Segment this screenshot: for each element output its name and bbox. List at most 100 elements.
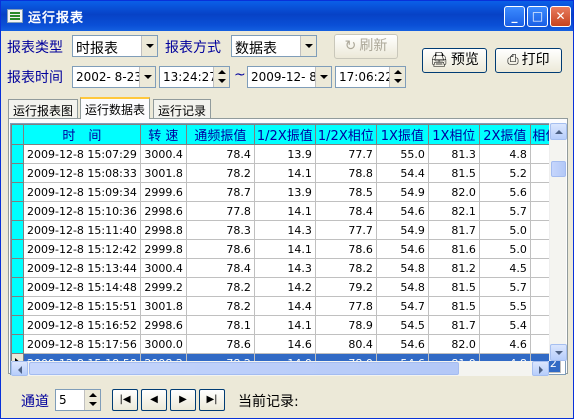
table-cell[interactable]: 5.4 [478,315,531,335]
table-cell[interactable]: 14.2 [253,277,316,297]
table-cell[interactable]: 81.5 [427,296,480,316]
table-cell[interactable]: 2009-12-8 15:08:33 [23,163,141,183]
table-cell[interactable]: 5.7 [478,201,531,221]
table-cell[interactable]: 78.6 [185,239,255,259]
table-cell[interactable]: 5.6 [478,182,531,202]
row-indicator[interactable] [11,239,24,259]
row-indicator[interactable] [11,144,24,164]
table-cell[interactable]: 13.9 [253,182,316,202]
table-cell[interactable]: 82.0 [427,182,480,202]
table-cell[interactable]: 81.6 [427,239,480,259]
table-cell[interactable]: 78.1 [185,315,255,335]
table-cell[interactable]: 3000.0 [139,334,187,354]
table-cell[interactable]: 5.2 [478,163,531,183]
table-cell[interactable]: 81.5 [427,277,480,297]
table-cell[interactable]: 78.6 [314,239,377,259]
table-cell[interactable]: 5.5 [478,296,531,316]
table-cell[interactable]: 55.0 [375,144,429,164]
row-indicator[interactable] [11,315,24,335]
table-row[interactable]: 2009-12-8 15:09:34 2999.6 78.7 13.9 78.5 54.9… [11,182,561,202]
row-indicator[interactable] [11,201,24,221]
spin-icon[interactable] [389,67,405,87]
table-cell[interactable]: 78.2 [314,258,377,278]
start-date-picker[interactable]: 2002- 8-23 [72,66,156,88]
table-row[interactable]: 2009-12-8 15:11:40 2998.8 78.3 14.3 77.7 54.9… [11,220,561,240]
table-cell[interactable]: 81.5 [427,163,480,183]
table-cell[interactable]: 54.6 [375,201,429,221]
table-row[interactable]: 2009-12-8 15:10:36 2998.6 77.8 14.1 78.4 54.6… [11,201,561,221]
table-cell[interactable]: 2999.2 [139,277,187,297]
column-header[interactable]: 1/2X相位 [314,124,377,145]
chevron-down-icon[interactable] [139,67,155,87]
table-cell[interactable]: 77.7 [314,220,377,240]
table-cell[interactable]: 2009-12-8 15:11:40 [23,220,141,240]
table-cell[interactable]: 5.7 [478,277,531,297]
table-cell[interactable]: 14.1 [253,239,316,259]
end-date-picker[interactable]: 2009-12- 8 [247,66,332,88]
table-cell[interactable]: 4.8 [478,144,531,164]
vertical-scrollbar[interactable] [549,123,567,361]
table-cell[interactable]: 14.1 [253,163,316,183]
table-row[interactable]: 2009-12-8 15:14:48 2999.2 78.2 14.2 79.2 54.8… [11,277,561,297]
column-header[interactable]: 通频振值 [185,124,255,145]
row-indicator[interactable] [11,163,24,183]
horizontal-scrollbar[interactable] [11,361,549,376]
table-cell[interactable]: 80.4 [314,334,377,354]
table-row[interactable]: 2009-12-8 15:15:51 3001.8 78.2 14.4 77.8 54.7… [11,296,561,316]
table-cell[interactable]: 54.6 [375,334,429,354]
table-cell[interactable]: 14.3 [253,258,316,278]
table-cell[interactable]: 2009-12-8 15:10:36 [23,201,141,221]
table-cell[interactable]: 2009-12-8 15:12:42 [23,239,141,259]
table-cell[interactable]: 78.4 [314,201,377,221]
spin-icon[interactable] [84,390,100,410]
table-cell[interactable]: 2998.6 [139,315,187,335]
table-cell[interactable]: 77.7 [314,144,377,164]
chevron-down-icon[interactable] [300,36,316,56]
prev-record-button[interactable]: ◀ [141,389,167,411]
column-header[interactable]: 1/2X振值 [253,124,316,145]
vertical-scroll-thumb[interactable] [551,161,566,177]
table-cell[interactable]: 3000.4 [139,258,187,278]
table-cell[interactable]: 2009-12-8 15:16:52 [23,315,141,335]
chevron-down-icon[interactable] [141,36,157,56]
table-row[interactable]: 2009-12-8 15:07:29 3000.4 78.4 13.9 77.7 55.0… [11,144,561,164]
report-mode-select[interactable]: 数据表 [231,35,317,57]
row-indicator[interactable] [11,296,24,316]
table-cell[interactable]: 2998.8 [139,220,187,240]
column-header[interactable]: 转 速 [139,124,187,145]
table-cell[interactable]: 14.1 [253,201,316,221]
title-bar[interactable]: 运行报表 _ □ ✕ [1,1,573,31]
tab-data-table[interactable]: 运行数据表 [80,97,150,119]
tab-records[interactable]: 运行记录 [153,99,211,118]
table-cell[interactable]: 2009-12-8 15:09:34 [23,182,141,202]
table-cell[interactable]: 79.2 [314,277,377,297]
table-cell[interactable]: 54.9 [375,182,429,202]
table-cell[interactable]: 14.1 [253,315,316,335]
table-cell[interactable]: 54.4 [375,163,429,183]
table-cell[interactable]: 78.4 [185,258,255,278]
table-cell[interactable]: 4.6 [478,334,531,354]
scroll-up-icon[interactable] [550,123,567,140]
table-cell[interactable]: 78.9 [314,315,377,335]
table-cell[interactable]: 54.5 [375,315,429,335]
preview-button[interactable]: 🖨 预览 [422,48,487,73]
table-cell[interactable]: 78.2 [185,296,255,316]
table-cell[interactable]: 14.4 [253,296,316,316]
end-time-spinner[interactable]: 17:06:22 [335,66,406,88]
print-button[interactable]: ⎙ 打印 [495,48,562,73]
table-cell[interactable]: 78.7 [185,182,255,202]
table-cell[interactable]: 13.9 [253,144,316,164]
table-cell[interactable]: 2009-12-8 15:13:44 [23,258,141,278]
channel-spinner[interactable]: 5 [55,389,101,411]
table-cell[interactable]: 14.6 [253,334,316,354]
column-header[interactable]: 1X振值 [375,124,429,145]
minimize-button[interactable]: _ [504,6,525,27]
table-row[interactable]: 2009-12-8 15:16:52 2998.6 78.1 14.1 78.9 54.5… [11,315,561,335]
maximize-button[interactable]: □ [527,6,548,27]
table-cell[interactable]: 77.8 [314,296,377,316]
table-cell[interactable]: 78.8 [314,163,377,183]
table-cell[interactable]: 77.8 [185,201,255,221]
table-cell[interactable]: 2009-12-8 15:07:29 [23,144,141,164]
first-record-button[interactable]: |◀ [112,389,138,411]
table-cell[interactable]: 54.8 [375,277,429,297]
